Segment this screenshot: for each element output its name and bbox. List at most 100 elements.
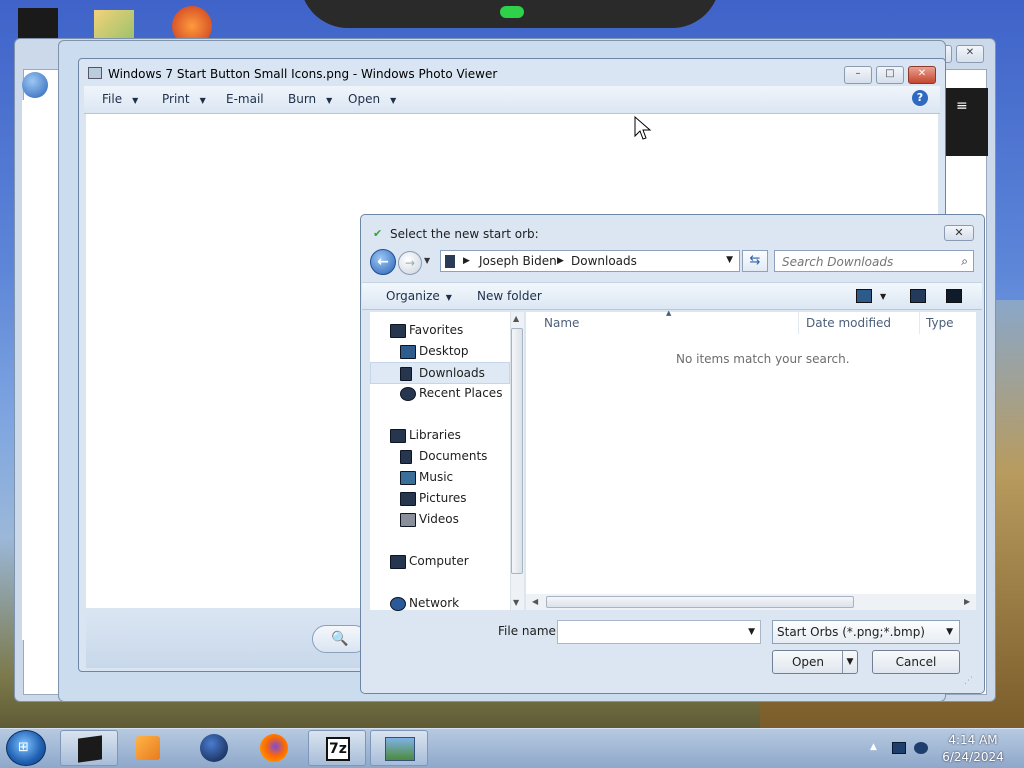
empty-folder-message: No items match your search.: [676, 352, 850, 366]
preview-pane-button[interactable]: [910, 288, 926, 303]
file-name-input[interactable]: [558, 621, 744, 645]
scroll-right-icon[interactable]: ▶: [964, 597, 970, 606]
preview-pane-icon: [910, 288, 926, 303]
scroll-down-icon[interactable]: ▼: [513, 598, 519, 607]
search-input[interactable]: [775, 251, 960, 273]
new-folder-button[interactable]: New folder: [477, 289, 542, 303]
show-hidden-icons-icon[interactable]: ▲: [870, 742, 877, 752]
recent-places-icon: [400, 387, 416, 401]
network-tray-icon[interactable]: [892, 742, 906, 754]
dialog-help-button[interactable]: [946, 288, 962, 303]
nav-libraries[interactable]: Libraries: [370, 425, 508, 445]
search-icon[interactable]: ⌕: [961, 254, 968, 269]
chevron-down-icon[interactable]: ▼: [748, 627, 755, 637]
nav-downloads[interactable]: Downloads: [370, 362, 510, 384]
nav-videos[interactable]: Videos: [370, 509, 508, 529]
background-navigation-strip: [22, 100, 60, 640]
breadcrumb-chevron-icon[interactable]: ▶: [463, 256, 470, 266]
column-header-name[interactable]: Name: [544, 316, 579, 330]
nav-favorites[interactable]: Favorites: [370, 320, 508, 340]
libraries-icon: [390, 429, 406, 443]
help-icon: [946, 288, 962, 303]
cancel-button[interactable]: Cancel: [872, 650, 960, 674]
nav-documents[interactable]: Documents: [370, 446, 508, 466]
clock[interactable]: 4:14 AM 6/24/2024: [926, 732, 1020, 766]
file-list: Name ▲ Date modified Type No items match…: [526, 309, 976, 596]
address-bar[interactable]: ▶ Joseph Biden ▶ Downloads ▼: [440, 250, 740, 272]
sort-ascending-icon: ▲: [666, 309, 672, 317]
nav-recent-places[interactable]: Recent Places: [370, 383, 508, 403]
folder-icon: [445, 255, 455, 268]
computer-icon: [390, 555, 406, 569]
resize-grip-icon[interactable]: ⋰: [964, 676, 976, 688]
forward-button[interactable]: →: [398, 251, 422, 275]
navigation-pane: Favorites Desktop Downloads Recent Place…: [370, 312, 510, 613]
mouse-cursor-icon: [634, 116, 652, 140]
media-player-icon[interactable]: [136, 736, 160, 760]
organize-button[interactable]: Organize ▼: [386, 289, 452, 303]
pictures-icon: [400, 492, 416, 506]
nav-desktop[interactable]: Desktop: [370, 341, 508, 361]
back-arrow-icon[interactable]: [22, 72, 48, 98]
navigation-pane-scroll-thumb[interactable]: [511, 328, 523, 574]
file-name-combobox[interactable]: ▼: [557, 620, 761, 645]
chevron-down-icon: ▼: [132, 96, 139, 105]
taskbar-app-7zip[interactable]: 7z: [308, 730, 366, 766]
windows-logo-icon: ⊞: [18, 740, 29, 755]
back-arrow-icon: ←: [377, 254, 389, 270]
firefox-icon[interactable]: [260, 734, 288, 762]
globe-icon[interactable]: [200, 734, 228, 762]
chevron-down-icon: ▼: [445, 293, 452, 302]
nav-network[interactable]: Network: [370, 593, 508, 613]
menu-email[interactable]: E-mail: [226, 92, 264, 106]
help-icon[interactable]: ?: [912, 90, 928, 106]
dialog-close-button[interactable]: ✕: [944, 225, 974, 241]
breadcrumb-joseph-biden[interactable]: Joseph Biden: [479, 254, 557, 268]
breadcrumb-chevron-icon[interactable]: ▶: [557, 256, 564, 266]
menu-print[interactable]: Print ▼: [162, 92, 206, 106]
desktop-icon: [400, 345, 416, 359]
close-icon[interactable]: ✕: [908, 66, 936, 84]
column-header-type[interactable]: Type: [926, 316, 954, 330]
nav-pictures[interactable]: Pictures: [370, 488, 508, 508]
change-view-button[interactable]: ▼: [856, 288, 886, 303]
menu-file[interactable]: File ▼: [102, 92, 138, 106]
scroll-up-icon[interactable]: ▲: [513, 314, 519, 323]
chevron-down-icon[interactable]: ▼: [726, 255, 733, 265]
photo-viewer-title: Windows 7 Start Button Small Icons.png -…: [108, 67, 498, 81]
open-button[interactable]: Open ▼: [772, 650, 858, 674]
desktop-wallpaper-light: [500, 6, 524, 18]
minimize-icon[interactable]: –: [844, 66, 872, 84]
chevron-down-icon: ▼: [326, 96, 333, 105]
music-icon: [400, 471, 416, 485]
file-type-value: Start Orbs (*.png;*.bmp): [777, 625, 925, 639]
menu-open[interactable]: Open ▼: [348, 92, 396, 106]
nav-music[interactable]: Music: [370, 467, 508, 487]
breadcrumb-downloads[interactable]: Downloads: [571, 254, 637, 268]
recent-locations-chevron-icon[interactable]: ▼: [424, 256, 436, 268]
menu-burn[interactable]: Burn ▼: [288, 92, 332, 106]
7zip-icon: 7z: [326, 737, 350, 761]
hamburger-menu-icon[interactable]: ≡: [956, 99, 972, 113]
chevron-down-icon: ▼: [199, 96, 206, 105]
back-button[interactable]: ←: [370, 249, 396, 275]
maximize-icon[interactable]: □: [876, 66, 904, 84]
photo-viewer-icon: [385, 737, 415, 761]
file-type-select[interactable]: Start Orbs (*.png;*.bmp) ▼: [772, 620, 960, 644]
close-icon[interactable]: ✕: [956, 45, 984, 63]
column-header-date-modified[interactable]: Date modified: [806, 316, 891, 330]
search-box[interactable]: ⌕: [774, 250, 974, 273]
scroll-left-icon[interactable]: ◀: [532, 597, 538, 606]
column-divider[interactable]: [919, 312, 920, 334]
refresh-button[interactable]: ⇆: [742, 250, 768, 272]
clock-date: 6/24/2024: [942, 750, 1004, 764]
refresh-icon: ⇆: [749, 253, 761, 268]
nav-computer[interactable]: Computer: [370, 551, 508, 571]
dialog-command-bar: Organize ▼ New folder ▼: [362, 282, 982, 310]
taskbar-app-photo-viewer[interactable]: [370, 730, 428, 766]
file-list-scroll-thumb[interactable]: [546, 596, 854, 608]
open-options-chevron-icon[interactable]: ▼: [842, 651, 857, 673]
photo-viewer-caption-buttons: – □ ✕: [840, 65, 940, 84]
taskbar-app-file-manager[interactable]: [60, 730, 118, 766]
column-divider[interactable]: [798, 312, 799, 334]
